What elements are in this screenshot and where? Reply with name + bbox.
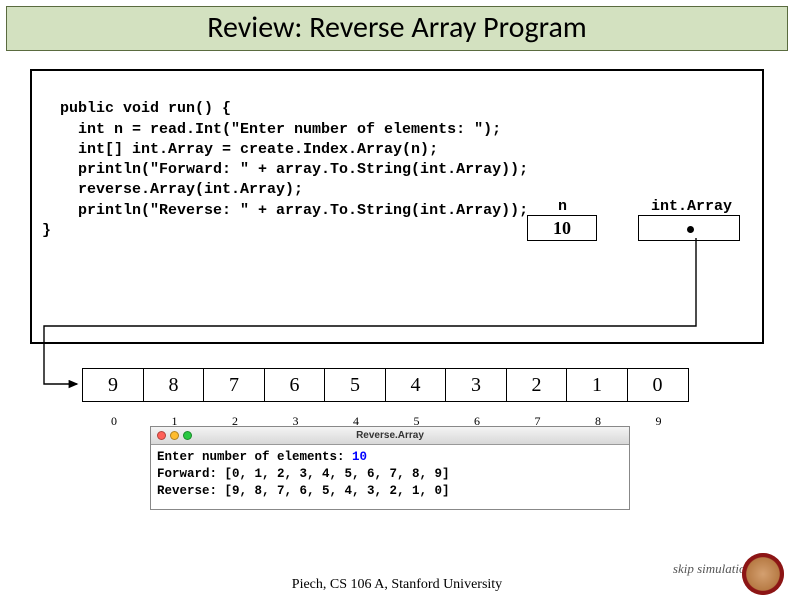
console-window: Reverse.Array Enter number of elements: … [150, 426, 630, 510]
pointer-dot-icon [687, 226, 694, 233]
array-value: 8 [169, 374, 179, 396]
close-icon[interactable] [157, 431, 166, 440]
console-line1-prefix: Enter number of elements: [157, 450, 352, 464]
array-cell: 54 [324, 368, 386, 402]
skip-simulation-link[interactable]: skip simulation [673, 561, 752, 577]
zoom-icon[interactable] [183, 431, 192, 440]
array-value: 0 [653, 374, 663, 396]
stanford-seal-icon [742, 553, 784, 595]
array-cell: 63 [264, 368, 326, 402]
console-line1-input: 10 [352, 450, 367, 464]
minimize-icon[interactable] [170, 431, 179, 440]
array-value: 5 [350, 374, 360, 396]
array-cell: 81 [143, 368, 205, 402]
array-cell: 18 [566, 368, 628, 402]
array-cell: 09 [627, 368, 689, 402]
array-value: 9 [108, 374, 118, 396]
array-cell: 72 [203, 368, 265, 402]
console-body: Enter number of elements: 10 Forward: [0… [151, 445, 629, 509]
array-cell: 90 [82, 368, 144, 402]
var-array-value-box [638, 215, 740, 241]
array-value: 1 [592, 374, 602, 396]
array-index: 9 [628, 405, 690, 437]
console-line2: Forward: [0, 1, 2, 3, 4, 5, 6, 7, 8, 9] [157, 467, 450, 481]
array-value: 2 [532, 374, 542, 396]
console-line3: Reverse: [9, 8, 7, 6, 5, 4, 3, 2, 1, 0] [157, 484, 450, 498]
console-title: Reverse.Array [356, 430, 424, 441]
console-titlebar: Reverse.Array [151, 427, 629, 445]
array-value: 6 [290, 374, 300, 396]
slide-footer: Piech, CS 106 A, Stanford University [0, 577, 794, 593]
array-cell: 27 [506, 368, 568, 402]
array-index: 0 [83, 405, 145, 437]
code-text: public void run() { int n = read.Int("En… [42, 100, 528, 239]
array-visualization: 90 81 72 63 54 45 36 27 18 09 [82, 368, 689, 402]
array-cell: 36 [445, 368, 507, 402]
array-value: 4 [411, 374, 421, 396]
array-cell: 45 [385, 368, 447, 402]
slide-title: Review: Reverse Array Program [6, 6, 788, 51]
array-value: 3 [471, 374, 481, 396]
code-box: public void run() { int n = read.Int("En… [30, 69, 764, 344]
var-n-value-box: 10 [527, 215, 597, 241]
array-value: 7 [229, 374, 239, 396]
